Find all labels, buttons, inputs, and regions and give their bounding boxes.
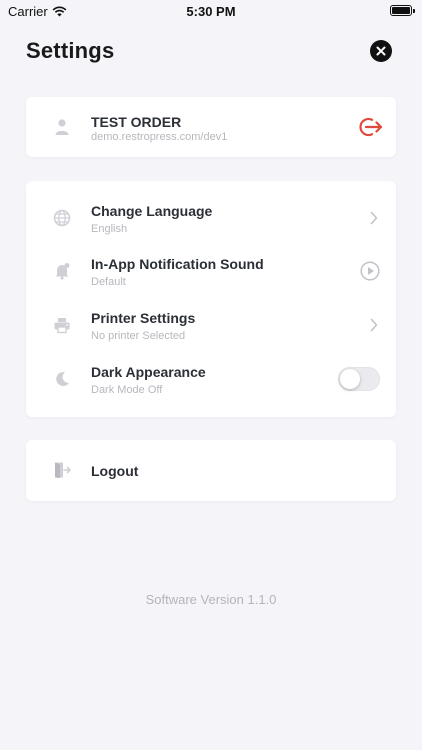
user-icon [55, 119, 69, 135]
chevron-right-icon [370, 318, 378, 337]
toggle-knob [340, 369, 360, 389]
dark-mode-toggle[interactable] [338, 367, 380, 391]
logout-icon [55, 462, 71, 478]
page-title: Settings [26, 38, 115, 63]
close-icon [376, 46, 386, 56]
moon-icon [56, 371, 69, 386]
account-name: TEST ORDER [91, 114, 182, 130]
settings-item-label: Dark Appearance [91, 364, 206, 380]
header: Settings [26, 38, 396, 68]
close-button[interactable] [370, 40, 392, 62]
account-row: TEST ORDER demo.restropress.com/dev1 [26, 97, 396, 157]
settings-item-value: Default [91, 276, 126, 288]
printer-icon [54, 318, 70, 334]
settings-item-value: English [91, 223, 128, 235]
settings-item-dark-appearance: Dark Appearance Dark Mode Off [26, 352, 396, 406]
settings-item-label: Change Language [91, 203, 213, 219]
logout-button[interactable]: Logout [26, 440, 396, 501]
play-circle-icon [360, 261, 380, 281]
account-card: TEST ORDER demo.restropress.com/dev1 [26, 97, 396, 157]
bell-icon [55, 263, 70, 280]
status-time: 5:30 PM [186, 4, 236, 19]
battery-icon [390, 5, 415, 16]
account-url: demo.restropress.com/dev1 [91, 131, 228, 143]
globe-icon [53, 209, 71, 227]
play-sound-button[interactable] [360, 261, 380, 286]
logout-card: Logout [26, 440, 396, 501]
software-version: Software Version 1.1.0 [145, 592, 277, 607]
sign-out-icon [359, 117, 383, 137]
settings-card: Change Language English In-App Notificat… [26, 181, 396, 417]
settings-item-notification-sound[interactable]: In-App Notification Sound Default [26, 244, 396, 298]
settings-item-printer[interactable]: Printer Settings No printer Selected [26, 298, 396, 352]
settings-item-value: Dark Mode Off [91, 384, 163, 396]
settings-item-label: In-App Notification Sound [91, 256, 264, 272]
settings-item-value: No printer Selected [91, 330, 186, 342]
chevron-right-icon [370, 211, 378, 230]
switch-account-button[interactable] [357, 116, 383, 143]
settings-item-language[interactable]: Change Language English [26, 191, 396, 245]
logout-label: Logout [91, 463, 139, 479]
settings-item-label: Printer Settings [91, 310, 196, 326]
status-bar: Carrier 5:30 PM [0, 0, 422, 22]
